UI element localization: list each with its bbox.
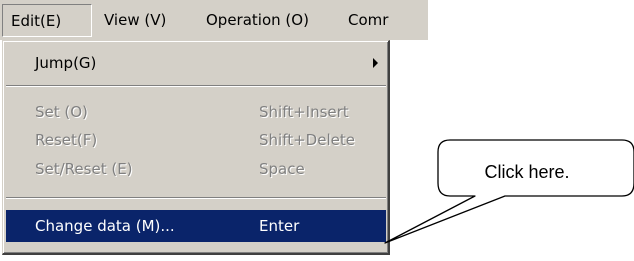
screen: Edit(E) View (V) Operation (O) Comr Jump… [0,0,634,261]
callout-bubble [384,139,634,244]
callout-text: Click here. [484,162,570,182]
